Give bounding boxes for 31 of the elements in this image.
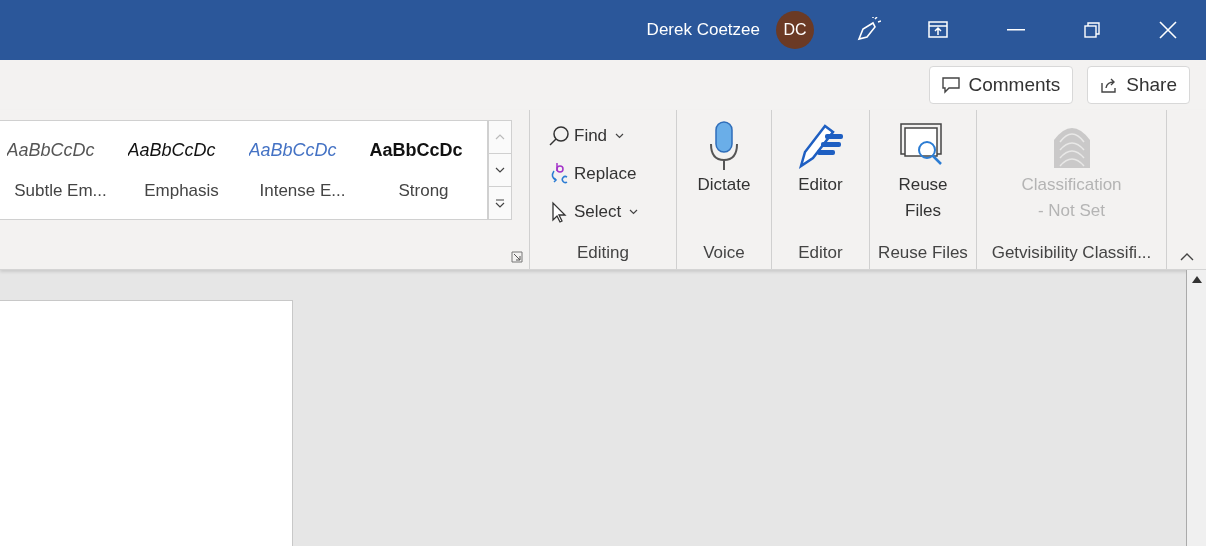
style-name: Emphasis xyxy=(144,179,219,202)
avatar[interactable]: DC xyxy=(776,11,814,49)
style-preview: AaBbCcDc xyxy=(369,138,464,162)
search-icon xyxy=(548,125,570,147)
style-name: Intense E... xyxy=(259,179,346,202)
reuse-button[interactable]: Reuse Files xyxy=(870,110,976,240)
find-button[interactable]: Find xyxy=(548,120,625,152)
group-label: Voice xyxy=(702,241,746,264)
group-label: Reuse Files xyxy=(877,241,969,264)
caret-icon xyxy=(615,133,625,139)
group-label: Editor xyxy=(797,241,844,264)
style-item[interactable]: AaBbCcDc Strong xyxy=(363,121,484,219)
dialog-launcher-icon[interactable] xyxy=(511,251,523,263)
style-name: Subtle Em... xyxy=(14,179,107,202)
collapse-ribbon-icon[interactable] xyxy=(1179,253,1194,261)
scroll-up-icon[interactable] xyxy=(1190,274,1203,284)
vertical-scrollbar[interactable] xyxy=(1186,270,1206,546)
editor-button[interactable]: Editor xyxy=(772,110,869,240)
style-name: Strong xyxy=(398,179,449,202)
share-button[interactable]: Share xyxy=(1087,66,1190,104)
comment-icon xyxy=(942,76,961,94)
group-label: Getvisibility Classifi... xyxy=(990,241,1153,264)
select-button[interactable]: Select xyxy=(548,196,639,228)
share-icon xyxy=(1100,76,1119,94)
comments-button[interactable]: Comments xyxy=(929,66,1074,104)
caret-icon xyxy=(629,209,639,215)
microphone-icon xyxy=(707,120,741,172)
replace-button[interactable]: Replace xyxy=(548,158,637,190)
group-label: Editing xyxy=(576,241,630,264)
dictate-button[interactable]: Dictate xyxy=(677,110,771,240)
user-name: Derek Coetzee xyxy=(646,19,760,42)
